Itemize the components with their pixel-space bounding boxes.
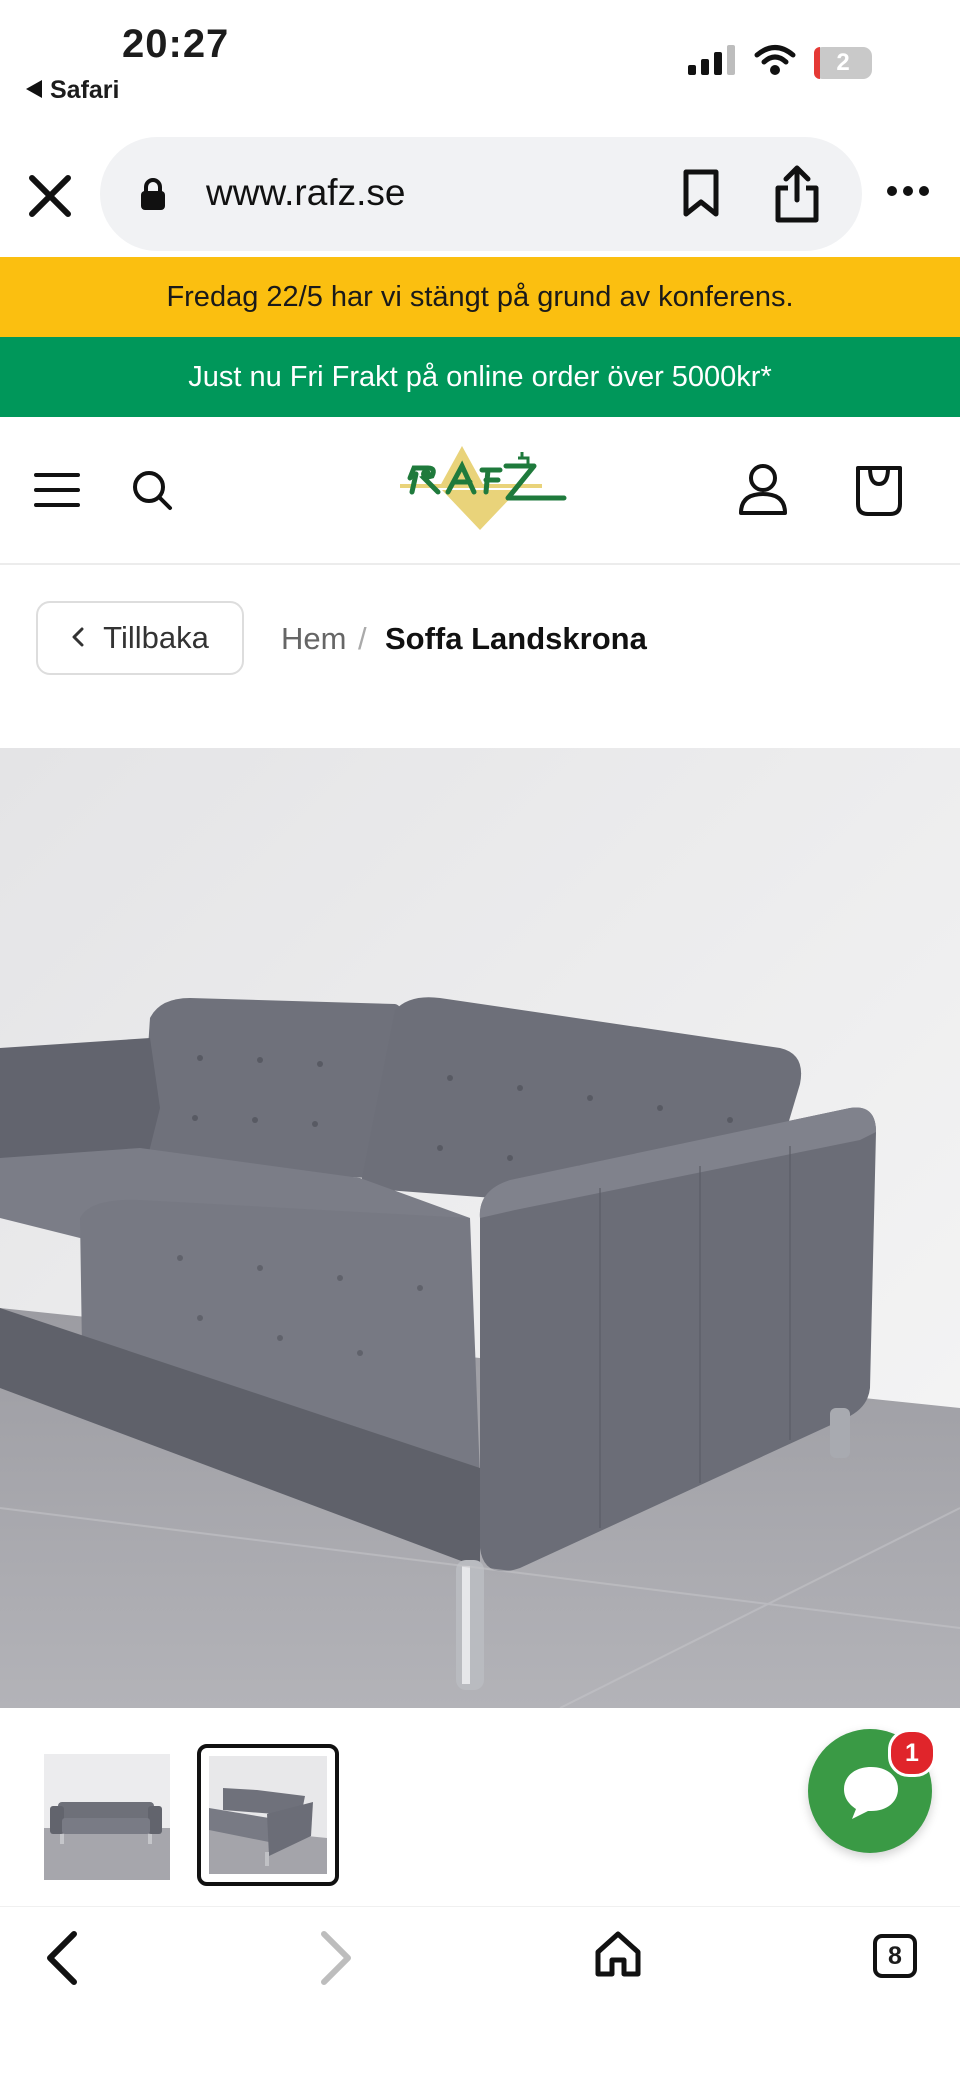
- status-time: 20:27: [122, 22, 230, 66]
- bookmark-icon[interactable]: [680, 168, 722, 223]
- chat-icon: [840, 1763, 902, 1826]
- back-button-label: Tillbaka: [103, 620, 209, 655]
- lock-icon: [140, 178, 166, 215]
- signal-icon: [688, 45, 736, 80]
- battery-level: 2: [836, 48, 850, 76]
- browser-toolbar: [0, 1906, 960, 2082]
- menu-icon[interactable]: [34, 472, 80, 513]
- forward-arrow-icon[interactable]: [318, 1930, 354, 1991]
- back-button[interactable]: Tillbaka: [36, 601, 244, 675]
- status-icons: 2: [688, 44, 872, 81]
- thumbnail-2-selected[interactable]: [197, 1744, 339, 1886]
- notice-banner: Fredag 22/5 har vi stängt på grund av ko…: [0, 257, 960, 337]
- breadcrumb-separator: /: [358, 621, 367, 656]
- notice-banner-text: Fredag 22/5 har vi stängt på grund av ko…: [166, 280, 794, 313]
- tab-count: 8: [888, 1941, 902, 1970]
- shipping-banner-text: Just nu Fri Frakt på online order över 5…: [188, 360, 772, 393]
- cart-icon[interactable]: [852, 462, 906, 523]
- product-image[interactable]: [0, 748, 960, 1708]
- wifi-icon: [754, 44, 796, 81]
- back-to-app[interactable]: Safari: [26, 76, 119, 105]
- back-arrow-icon[interactable]: [44, 1930, 80, 1991]
- breadcrumb-home-link[interactable]: Hem: [281, 621, 346, 657]
- back-app-label: Safari: [50, 76, 120, 104]
- back-triangle-icon: [26, 76, 42, 105]
- logo[interactable]: [392, 444, 572, 539]
- battery-icon: 2: [814, 46, 872, 79]
- thumbnail-1[interactable]: [44, 1754, 170, 1880]
- close-icon[interactable]: [24, 170, 76, 222]
- search-icon[interactable]: [130, 468, 174, 517]
- chevron-left-icon: [71, 620, 85, 656]
- chat-notification-badge: 1: [888, 1729, 936, 1777]
- more-icon[interactable]: [886, 184, 930, 202]
- url-text[interactable]: www.rafz.se: [206, 172, 405, 214]
- shipping-banner[interactable]: Just nu Fri Frakt på online order över 5…: [0, 337, 960, 417]
- breadcrumb-current: Soffa Landskrona: [385, 621, 647, 656]
- home-icon[interactable]: [592, 1928, 644, 1985]
- account-icon[interactable]: [736, 462, 790, 521]
- share-icon[interactable]: [772, 164, 822, 229]
- tabs-icon[interactable]: 8: [873, 1934, 917, 1978]
